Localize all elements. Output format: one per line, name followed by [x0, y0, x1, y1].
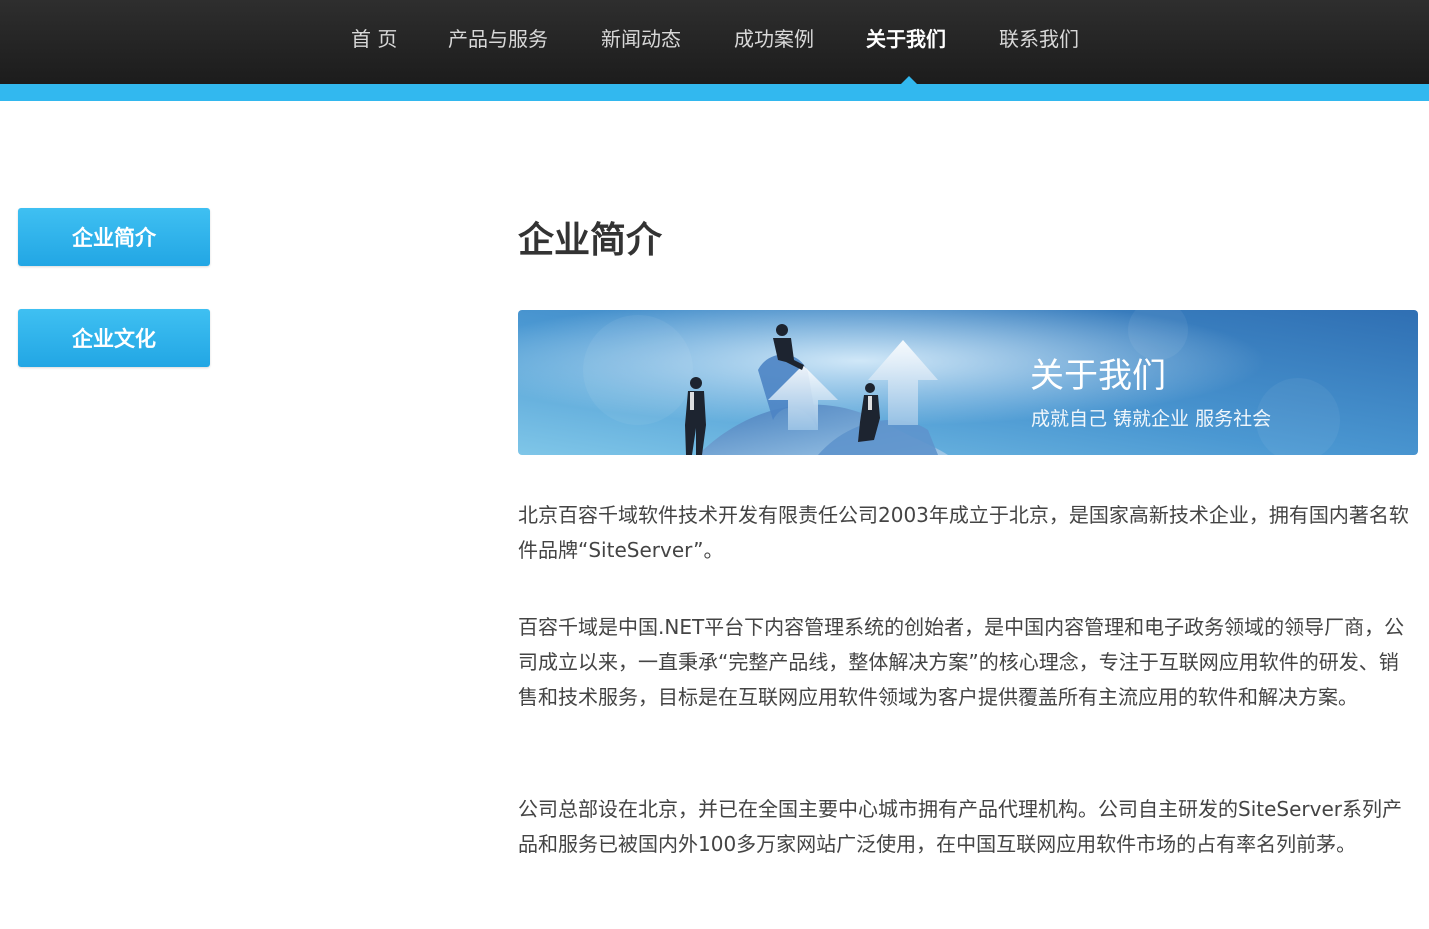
- accent-stripe: [0, 84, 1429, 101]
- intro-paragraph-3: 公司总部设在北京，并已在全国主要中心城市拥有产品代理机构。公司自主研发的Site…: [518, 797, 1402, 856]
- banner-illustration: [518, 310, 1418, 455]
- sidebar-item-company-culture[interactable]: 企业文化: [18, 309, 210, 367]
- nav-item-products[interactable]: 产品与服务: [448, 24, 548, 54]
- banner-title: 关于我们: [1030, 356, 1166, 396]
- intro-paragraph-2: 百容千域是中国.NET平台下内容管理系统的创始者，是中国内容管理和电子政务领域的…: [518, 615, 1405, 709]
- active-nav-indicator: [901, 76, 917, 84]
- nav-item-cases[interactable]: 成功案例: [734, 24, 814, 54]
- nav-item-about[interactable]: 关于我们: [866, 24, 946, 54]
- sidebar-item-company-profile[interactable]: 企业简介: [18, 208, 210, 266]
- about-banner: 关于我们 成就自己 铸就企业 服务社会: [518, 310, 1418, 455]
- intro-paragraph-1: 北京百容千域软件技术开发有限责任公司2003年成立于北京，是国家高新技术企业，拥…: [518, 503, 1409, 562]
- page-title: 企业简介: [518, 220, 663, 261]
- main-nav: 首 页 产品与服务 新闻动态 成功案例 关于我们 联系我们: [0, 0, 1429, 84]
- banner-subtitle: 成就自己 铸就企业 服务社会: [1031, 408, 1272, 430]
- nav-item-home[interactable]: 首 页: [351, 24, 397, 54]
- nav-item-contact[interactable]: 联系我们: [999, 24, 1079, 54]
- nav-item-news[interactable]: 新闻动态: [601, 24, 681, 54]
